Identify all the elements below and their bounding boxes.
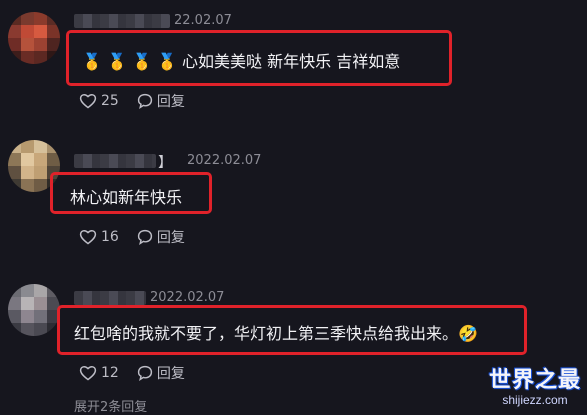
like-count: 16 [101,229,119,245]
reply-bubble-icon [137,365,152,381]
reply-bubble-icon [137,93,152,109]
avatar[interactable] [8,12,60,64]
watermark-title: 世界之最 [488,368,581,393]
watermark: 世界之最 shijiezz.com [488,368,581,407]
username[interactable] [74,291,146,305]
reply-label: 回复 [156,366,185,382]
expand-replies-link[interactable]: 展开2条回复 [74,396,147,415]
username[interactable] [74,14,170,28]
reply-button[interactable]: 回复 [137,363,185,383]
like-button[interactable]: 12 [79,365,119,381]
username-suffix: 】 [158,155,172,171]
username[interactable] [74,154,156,168]
comment-text: 林心如新年快乐 [70,188,183,207]
reply-button[interactable]: 回复 [137,227,185,247]
like-count: 12 [101,365,119,381]
reply-label: 回复 [156,230,185,246]
reply-bubble-icon [137,229,152,245]
comment-actions: 16 回复 [79,227,185,247]
comment-actions: 12 回复 [79,363,185,383]
avatar[interactable] [8,284,60,336]
comment-text: 红包啥的我就不要了，华灯初上第三季快点给我出来。🤣 [74,324,478,343]
comment-date: 22.02.07 [174,13,232,28]
heart-icon [79,94,97,109]
like-count: 25 [101,93,119,109]
like-button[interactable]: 16 [79,229,119,245]
comment-text: 🥇 🥇 🥇 🥇 心如美美哒 新年快乐 吉祥如意 [82,52,401,71]
watermark-url: shijiezz.com [502,393,568,407]
comment-actions: 25 回复 [79,91,185,111]
like-button[interactable]: 25 [79,93,119,109]
comment-date: 2022.02.07 [150,290,225,305]
comment-date: 2022.02.07 [187,153,262,168]
heart-icon [79,366,97,381]
heart-icon [79,230,97,245]
reply-label: 回复 [156,94,185,110]
reply-button[interactable]: 回复 [137,91,185,111]
